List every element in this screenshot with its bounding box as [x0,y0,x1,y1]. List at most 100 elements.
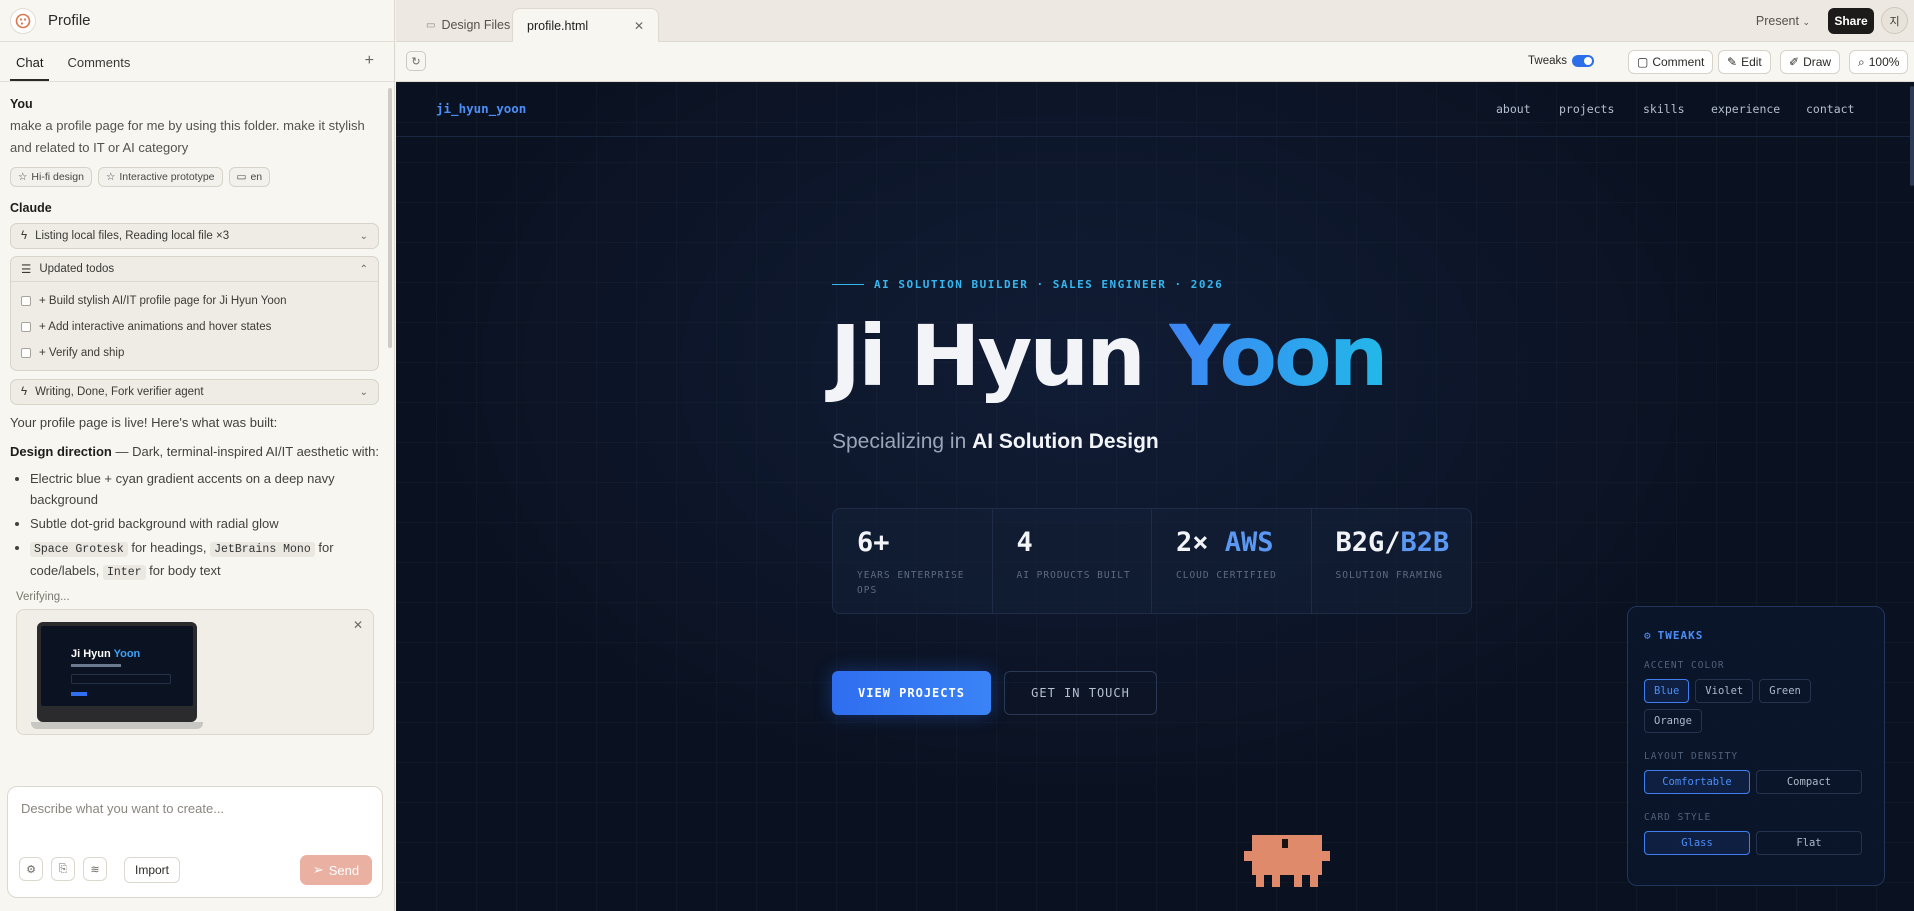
chip-language: ▭ en [228,167,271,187]
tab-comments[interactable]: Comments [61,55,136,81]
bullet-item: Space Grotesk for headings, JetBrains Mo… [30,537,379,583]
draw-button[interactable]: ✐ Draw [1780,50,1841,74]
stat-card: 4 AI PRODUCTS BUILT [993,509,1152,613]
site-brand[interactable]: ji_hyun_yoon [436,101,526,116]
card-option-glass[interactable]: Glass [1644,831,1750,855]
send-icon: ➢ [312,862,324,877]
accent-option-violet[interactable]: Violet [1695,679,1754,703]
nav-experience[interactable]: experience [1711,102,1780,116]
chat-scrollbar[interactable] [388,88,392,348]
card-option-flat[interactable]: Flat [1756,831,1862,855]
chip-label: en [250,171,263,183]
hero-eyebrow: AI SOLUTION BUILDER · SALES ENGINEER · 2… [832,278,1223,291]
accent-option-blue[interactable]: Blue [1644,679,1690,703]
accent-options: Blue Violet Green Orange [1644,679,1868,733]
view-projects-button[interactable]: VIEW PROJECTS [832,671,991,715]
send-button[interactable]: ➢ Send [300,855,372,885]
verifying-status: Verifying... [16,591,70,603]
stat-number: B2G/ [1335,527,1401,558]
tab-chat[interactable]: Chat [10,55,50,81]
chip-label: Interactive prototype [119,171,215,183]
search-icon: ⌕ [1858,54,1865,69]
settings-icon[interactable]: ⚙ [19,857,43,881]
file-tab-bar: ▭ Design Files profile.html ✕ Present ⌄ Sh… [396,0,1914,42]
chip-prototype: ☆ Interactive prototype [97,167,223,187]
audio-icon[interactable]: ≋ [83,857,107,881]
subtitle-prefix: Specializing in [832,430,973,453]
tool-call-listing[interactable]: ϟ Listing local files, Reading local fil… [10,223,379,249]
pixel-mascot-icon [1242,835,1332,900]
edit-button[interactable]: ✎ Edit [1718,50,1771,74]
bullet-item: Subtle dot-grid background with radial g… [30,513,379,534]
chevron-up-icon[interactable]: ⌃ [360,264,368,275]
tool-call-writing[interactable]: ϟ Writing, Done, Fork verifier agent ⌄ [10,379,379,405]
new-chat-plus-icon[interactable]: + [365,52,374,70]
stat-card: 6+ YEARS ENTERPRISE OPS [833,509,993,613]
lightning-icon: ϟ [21,386,28,398]
tab-profile-html[interactable]: profile.html ✕ [512,8,659,42]
thumbnail-title-b: Yoon [113,648,141,660]
nav-about[interactable]: about [1496,102,1531,116]
todo-list-card: ☰ Updated todos ⌃ + Build stylish AI/IT … [10,256,379,371]
accent-option-green[interactable]: Green [1759,679,1811,703]
get-in-touch-button[interactable]: GET IN TOUCH [1004,671,1157,715]
zoom-button[interactable]: ⌕ 100% [1849,50,1909,74]
density-option-comfortable[interactable]: Comfortable [1644,770,1750,794]
attach-icon[interactable]: ⎘ [51,857,75,881]
composer-input[interactable]: Describe what you want to create... [21,801,224,816]
chevron-down-icon[interactable]: ⌄ [360,231,368,242]
app-window: Profile Chat Comments + You make a profi… [0,0,1914,911]
density-options: Comfortable Compact [1644,770,1868,794]
share-button[interactable]: Share [1828,8,1874,34]
reload-icon[interactable]: ↻ [406,51,426,71]
thumbnail-title: Ji Hyun Yoon [71,648,140,660]
tab-label: Design Files [441,18,511,32]
tab-design-files[interactable]: ▭ Design Files [412,8,524,42]
todo-header[interactable]: ☰ Updated todos ⌃ [11,257,378,281]
gear-icon: ⚙ [1644,629,1652,642]
nav-skills[interactable]: skills [1643,102,1685,116]
present-dropdown[interactable]: Present ⌄ [1756,14,1810,28]
message-chips: ☆ Hi-fi design ☆ Interactive prototype ▭ en [10,167,379,187]
stat-value: 2× AWS [1176,527,1311,558]
app-logo-icon[interactable] [10,7,36,34]
tweaks-toggle[interactable] [1572,55,1594,67]
avatar[interactable]: 지 [1881,7,1908,34]
tweaks-panel-title: TWEAKS [1657,629,1704,642]
todo-items: + Build stylish AI/IT profile page for J… [11,281,378,370]
bullet-text: for body text [145,563,221,578]
todo-checkbox[interactable] [21,296,31,306]
preview-thumbnail-card[interactable]: ✕ Ji Hyun Yoon [16,609,374,735]
todo-title: Updated todos [39,263,115,275]
font-code: Inter [103,565,146,580]
eyebrow-line [832,284,864,285]
tool-call-label: Writing, Done, Fork verifier agent [35,386,204,398]
bullet-text: for headings, [127,540,211,555]
todo-checkbox[interactable] [21,322,31,332]
site-nav: ji_hyun_yoon about projects skills exper… [396,82,1914,137]
accent-color-label: ACCENT COLOR [1644,660,1725,671]
import-button[interactable]: Import [124,857,181,883]
todo-checkbox[interactable] [21,348,31,358]
accent-option-orange[interactable]: Orange [1644,709,1702,733]
close-icon[interactable]: ✕ [353,618,363,632]
site-preview: ji_hyun_yoon about projects skills exper… [396,82,1914,911]
density-option-compact[interactable]: Compact [1756,770,1862,794]
folder-icon: ▭ [426,19,436,31]
close-tab-icon[interactable]: ✕ [634,19,644,33]
composer: Describe what you want to create... ⚙ ⎘ … [7,786,383,898]
comment-button[interactable]: ▢ Comment [1628,50,1714,74]
preview-scrollbar[interactable] [1910,86,1914,186]
nav-contact[interactable]: contact [1806,102,1854,116]
tweaks-label: Tweaks [1528,55,1567,67]
tweaks-panel: ⚙ TWEAKS ACCENT COLOR Blue Violet Green O… [1627,606,1885,886]
draw-label: Draw [1803,55,1832,69]
list-icon: ☰ [21,264,32,276]
stat-highlight: AWS [1224,527,1274,558]
chevron-down-icon[interactable]: ⌄ [360,387,368,398]
laptop-base [31,722,203,729]
nav-projects[interactable]: projects [1559,102,1614,116]
card-style-options: Glass Flat [1644,831,1868,855]
todo-text: + Add interactive animations and hover s… [39,321,272,333]
brush-icon: ✐ [1789,55,1800,69]
